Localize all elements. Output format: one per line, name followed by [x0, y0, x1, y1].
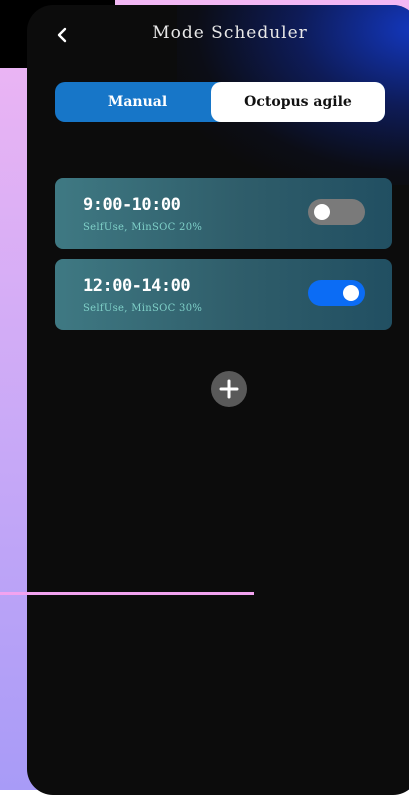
schedule-toggle[interactable]: [308, 280, 365, 306]
mode-segmented-control: Manual Octopus agile: [55, 82, 385, 122]
schedule-time: 12:00-14:00: [83, 276, 191, 296]
schedule-time: 9:00-10:00: [83, 195, 181, 215]
schedule-card[interactable]: 12:00-14:00 SelfUse, MinSOC 30%: [55, 259, 392, 330]
header: Mode Scheduler: [27, 17, 409, 53]
schedule-toggle[interactable]: [308, 199, 365, 225]
app-screen: Mode Scheduler Manual Octopus agile 9:00…: [27, 5, 409, 795]
segment-manual[interactable]: Manual: [55, 82, 220, 122]
segment-octopus-agile[interactable]: Octopus agile: [211, 82, 385, 122]
schedule-card[interactable]: 9:00-10:00 SelfUse, MinSOC 20%: [55, 178, 392, 249]
plus-icon[interactable]: [211, 371, 247, 407]
decorative-line: [0, 592, 254, 595]
schedule-description: SelfUse, MinSOC 20%: [83, 222, 203, 233]
schedule-description: SelfUse, MinSOC 30%: [83, 303, 203, 314]
page-title: Mode Scheduler: [152, 23, 308, 43]
toggle-knob: [343, 285, 359, 301]
toggle-knob: [314, 204, 330, 220]
